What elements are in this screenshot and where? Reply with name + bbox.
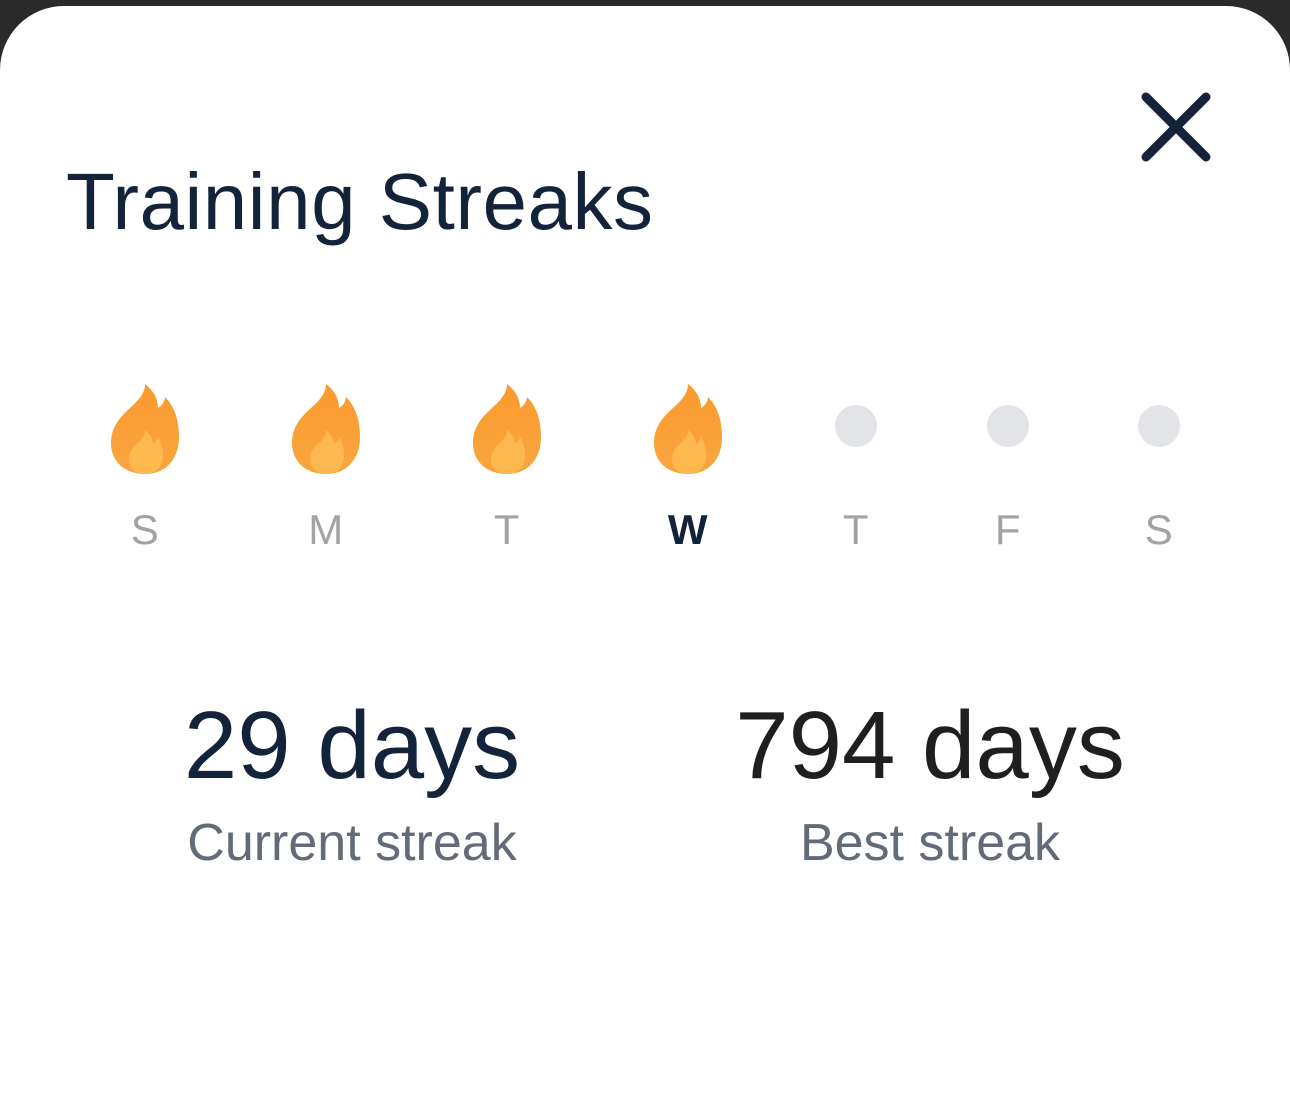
day-marker <box>447 376 567 486</box>
empty-day-dot <box>1138 405 1180 447</box>
day-label: W <box>667 506 709 553</box>
day-marker <box>948 376 1068 486</box>
flame-icon <box>111 384 179 474</box>
current-streak: 29 days Current streak <box>92 691 612 875</box>
day-friday: F <box>948 376 1068 566</box>
day-label: S <box>130 506 160 553</box>
best-streak-label: Best streak <box>799 814 1061 872</box>
day-tuesday: T <box>447 376 567 566</box>
day-wednesday: W <box>628 376 748 566</box>
day-label: S <box>1144 506 1174 553</box>
day-thursday: T <box>796 376 916 566</box>
best-streak-value: 794 days <box>735 692 1125 799</box>
streaks-sheet: Training Streaks S M T W T F S 29 days C… <box>0 6 1290 1117</box>
day-label: M <box>308 506 344 553</box>
day-marker <box>796 376 916 486</box>
close-icon <box>1141 92 1211 162</box>
day-marker <box>266 376 386 486</box>
current-streak-label: Current streak <box>187 814 517 872</box>
flame-icon <box>654 384 722 474</box>
best-streak: 794 days Best streak <box>670 691 1190 875</box>
day-label: T <box>493 506 521 553</box>
empty-day-dot <box>987 405 1029 447</box>
day-monday: M <box>266 376 386 566</box>
flame-icon <box>292 384 360 474</box>
day-label: F <box>994 506 1022 553</box>
current-streak-value: 29 days <box>183 692 521 799</box>
day-marker <box>1099 376 1219 486</box>
close-button[interactable] <box>1131 82 1221 172</box>
day-marker <box>628 376 748 486</box>
day-saturday: S <box>1099 376 1219 566</box>
page-title: Training Streaks <box>66 157 654 246</box>
empty-day-dot <box>835 405 877 447</box>
day-label: T <box>842 506 870 553</box>
day-sunday: S <box>85 376 205 566</box>
day-marker <box>85 376 205 486</box>
flame-icon <box>473 384 541 474</box>
